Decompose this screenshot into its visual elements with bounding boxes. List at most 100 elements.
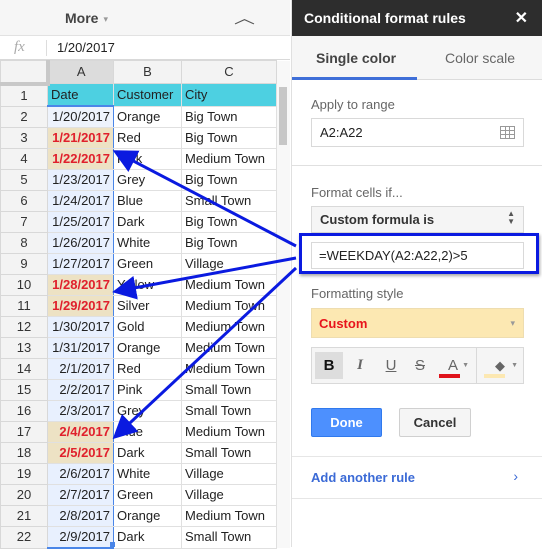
cell-c[interactable]: Big Town xyxy=(181,169,277,191)
cell-a[interactable]: 1/24/2017 xyxy=(47,190,114,212)
condition-select[interactable]: Custom formula is ▲ ▼ xyxy=(311,206,524,233)
cell-a[interactable]: 1/25/2017 xyxy=(47,211,114,233)
row-number[interactable]: 15 xyxy=(0,379,48,401)
row-number[interactable]: 13 xyxy=(0,337,48,359)
cell-c[interactable]: Village xyxy=(181,484,277,506)
select-range-grid-icon[interactable] xyxy=(500,126,515,139)
column-header-a[interactable]: A xyxy=(47,60,114,84)
cell-b[interactable]: Pink xyxy=(113,379,182,401)
cell-a[interactable]: 1/20/2017 xyxy=(47,105,114,128)
strikethrough-button[interactable]: S xyxy=(410,352,430,379)
cell-a[interactable]: 2/7/2017 xyxy=(47,484,114,506)
cell-a[interactable]: 1/30/2017 xyxy=(47,316,114,338)
cell-b[interactable]: Dark xyxy=(113,442,182,464)
header-cell-a[interactable]: Date xyxy=(47,83,114,107)
cell-c[interactable]: Medium Town xyxy=(181,421,277,443)
cell-a[interactable]: 2/3/2017 xyxy=(47,400,114,422)
column-header-c[interactable]: C xyxy=(181,60,277,84)
row-number[interactable]: 11 xyxy=(0,295,48,317)
cell-b[interactable]: Red xyxy=(113,358,182,380)
cell-c[interactable]: Medium Town xyxy=(181,505,277,527)
add-another-rule-button[interactable]: Add another rule › xyxy=(292,456,542,499)
bold-button[interactable]: B xyxy=(315,352,343,379)
text-color-button[interactable]: A ▼ xyxy=(437,352,469,379)
row-number[interactable]: 16 xyxy=(0,400,48,422)
cell-a[interactable]: 1/29/2017 xyxy=(47,295,114,317)
collapse-toolbar-icon[interactable]: ︿ xyxy=(234,7,255,28)
row-number[interactable]: 17 xyxy=(0,421,48,443)
formatting-style-select[interactable]: Custom ▾ xyxy=(311,308,524,338)
cell-b[interactable]: Dark xyxy=(113,526,182,549)
cell-b[interactable]: Yellow xyxy=(113,274,182,296)
cell-a[interactable]: 2/9/2017 xyxy=(47,526,114,549)
cell-c[interactable]: Small Town xyxy=(181,442,277,464)
italic-button[interactable]: I xyxy=(350,352,370,379)
cell-c[interactable]: Medium Town xyxy=(181,274,277,296)
cell-b[interactable]: Blue xyxy=(113,190,182,212)
cell-a[interactable]: 1/23/2017 xyxy=(47,169,114,191)
row-number[interactable]: 19 xyxy=(0,463,48,485)
cell-a[interactable]: 1/28/2017 xyxy=(47,274,114,296)
header-cell-c[interactable]: City xyxy=(181,83,277,107)
row-number[interactable]: 14 xyxy=(0,358,48,380)
row-number[interactable]: 3 xyxy=(0,127,48,149)
cell-c[interactable]: Medium Town xyxy=(181,316,277,338)
cell-b[interactable]: Grey xyxy=(113,169,182,191)
row-number[interactable]: 21 xyxy=(0,505,48,527)
cell-c[interactable]: Small Town xyxy=(181,190,277,212)
header-cell-b[interactable]: Customer xyxy=(113,83,182,107)
cell-c[interactable]: Big Town xyxy=(181,211,277,233)
row-number[interactable]: 22 xyxy=(0,526,48,549)
scrollbar-thumb[interactable] xyxy=(279,87,287,145)
cell-c[interactable]: Village xyxy=(181,253,277,275)
apply-range-input[interactable]: A2:A22 xyxy=(311,118,524,147)
cell-a[interactable]: 1/21/2017 xyxy=(47,127,114,149)
cell-a[interactable]: 1/26/2017 xyxy=(47,232,114,254)
row-number[interactable]: 7 xyxy=(0,211,48,233)
cell-c[interactable]: Medium Town xyxy=(181,337,277,359)
cell-b[interactable]: Green xyxy=(113,253,182,275)
cell-b[interactable]: White xyxy=(113,463,182,485)
cell-a[interactable]: 1/31/2017 xyxy=(47,337,114,359)
cell-a[interactable]: 2/6/2017 xyxy=(47,463,114,485)
cell-c[interactable]: Village xyxy=(181,463,277,485)
cell-c[interactable]: Small Town xyxy=(181,379,277,401)
fill-handle[interactable] xyxy=(110,542,115,547)
row-number[interactable]: 9 xyxy=(0,253,48,275)
cell-b[interactable]: Orange xyxy=(113,337,182,359)
cell-b[interactable]: Blue xyxy=(113,421,182,443)
cell-a[interactable]: 1/27/2017 xyxy=(47,253,114,275)
cell-c[interactable]: Big Town xyxy=(181,232,277,254)
cell-c[interactable]: Medium Town xyxy=(181,148,277,170)
cell-a[interactable]: 2/1/2017 xyxy=(47,358,114,380)
cell-a[interactable]: 2/2/2017 xyxy=(47,379,114,401)
row-number[interactable]: 10 xyxy=(0,274,48,296)
more-menu-button[interactable]: More ▾ xyxy=(65,10,108,26)
row-number[interactable]: 4 xyxy=(0,148,48,170)
row-number[interactable]: 5 xyxy=(0,169,48,191)
underline-button[interactable]: U xyxy=(381,352,401,379)
close-icon[interactable]: ✕ xyxy=(515,8,528,28)
cell-c[interactable]: Medium Town xyxy=(181,358,277,380)
cell-b[interactable]: Pink xyxy=(113,148,182,170)
formula-bar-input[interactable]: 1/20/2017 xyxy=(57,40,115,55)
row-number[interactable]: 8 xyxy=(0,232,48,254)
cell-b[interactable]: Green xyxy=(113,484,182,506)
vertical-scrollbar[interactable] xyxy=(278,85,288,547)
cell-c[interactable]: Big Town xyxy=(181,127,277,149)
cell-a[interactable]: 1/22/2017 xyxy=(47,148,114,170)
row-number[interactable]: 2 xyxy=(0,105,48,128)
cancel-button[interactable]: Cancel xyxy=(399,408,471,437)
cell-b[interactable]: Silver xyxy=(113,295,182,317)
column-header-b[interactable]: B xyxy=(113,60,182,84)
cell-b[interactable]: Red xyxy=(113,127,182,149)
cell-c[interactable]: Medium Town xyxy=(181,295,277,317)
row-number[interactable]: 1 xyxy=(0,83,48,107)
row-number[interactable]: 12 xyxy=(0,316,48,338)
cell-b[interactable]: White xyxy=(113,232,182,254)
cell-c[interactable]: Big Town xyxy=(181,105,277,128)
cell-c[interactable]: Small Town xyxy=(181,526,277,549)
row-number[interactable]: 6 xyxy=(0,190,48,212)
cell-a[interactable]: 2/5/2017 xyxy=(47,442,114,464)
cell-b[interactable]: Dark xyxy=(113,211,182,233)
